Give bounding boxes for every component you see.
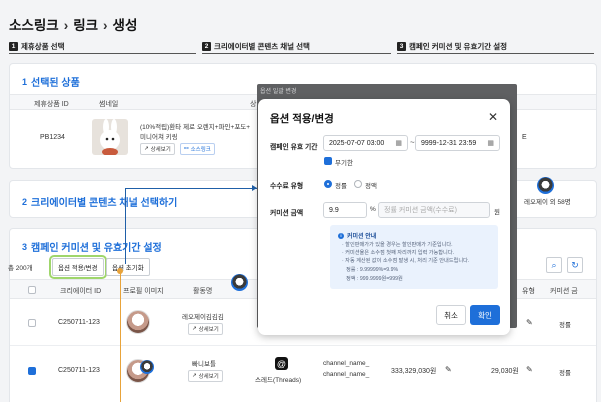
fee-type-rate-radio[interactable]: [324, 180, 332, 188]
product-name-line1: (10%적립)환타 제로 오렌지+파인+포도+: [140, 124, 251, 131]
close-icon[interactable]: ✕: [488, 110, 498, 124]
info-line: 정액 : 999.9999원=999원: [346, 276, 403, 282]
row-checkbox[interactable]: [28, 367, 36, 375]
product-id: PB1234: [40, 134, 65, 141]
commission-amount-input[interactable]: 정률 커미션 금액(수수료): [378, 202, 490, 218]
info-line: · 자동 계산된 값이 소수점 발생 시, 처리 기준 안내드립니다.: [342, 258, 470, 264]
reset-options-button[interactable]: 옵션 초기화: [106, 258, 150, 276]
link-icon: ⚯: [184, 146, 189, 152]
product-name-line2: 미니어쳐 키링: [140, 134, 178, 141]
search-icon[interactable]: ⌕: [546, 257, 562, 273]
creator-avatar-badge: [231, 274, 248, 291]
sourcelink-button[interactable]: ⚯ 소스링크: [180, 143, 215, 155]
creator-count: 레오제이 외 58명: [524, 199, 571, 206]
select-all-checkbox[interactable]: [28, 286, 36, 294]
unlimited-checkbox[interactable]: [324, 157, 332, 165]
external-link-icon: ↗: [192, 373, 197, 379]
platform-name: 스레드(Threads): [255, 377, 302, 384]
creator-id: C250711-123: [58, 319, 100, 326]
product-trailing: E: [522, 134, 527, 141]
sales-amount: 333,329,030원: [391, 368, 437, 375]
col-name: 활동명: [193, 288, 213, 295]
threads-icon: @: [275, 357, 288, 370]
amount-label: 커미션 금액: [270, 210, 304, 217]
channel-name: channel_name_: [323, 360, 370, 367]
unlimited-label: 무기한: [335, 160, 353, 167]
commission-info-box: i 커미션 안내 · 할인판매가가 있을 경우는 할인판매가 기준입니다. · 커…: [330, 225, 498, 289]
period-label: 캠페인 유효 기간: [270, 144, 318, 151]
col-name: 상: [250, 101, 257, 108]
creator-name: 레오제이김김김: [182, 314, 224, 321]
profile-avatar: [126, 310, 150, 334]
edit-icon[interactable]: ✎: [445, 365, 452, 374]
breadcrumb-item[interactable]: 링크: [73, 18, 98, 33]
step-divider: [397, 53, 594, 54]
external-link-icon: ↗: [192, 326, 197, 332]
info-icon: i: [338, 232, 344, 239]
col-thumbnail: 썸네일: [99, 101, 119, 108]
creator-avatar-badge: [140, 360, 154, 374]
info-line: · 커미션율은 소수점 첫째 자리까지 입력 가능합니다.: [342, 250, 455, 256]
info-line: · 할인판매가가 있을 경우는 할인판매가 기준입니다.: [342, 242, 453, 248]
creator-name: 빠니보틀: [192, 361, 216, 368]
calendar-icon: ▦: [487, 140, 494, 147]
section-title: 2 크리에이터별 콘텐츠 채널 선택하기: [22, 196, 178, 210]
fee-type-fixed-radio[interactable]: [354, 180, 362, 188]
breadcrumb: 소스링크 › 링크 › 생성: [9, 18, 138, 33]
info-line: 정률 : 9.99999%=9.9%: [346, 267, 399, 273]
step-1: 1 제휴상품 선택: [9, 41, 64, 52]
range-separator: ~: [410, 138, 415, 147]
connector-dot: [117, 268, 123, 274]
apply-options-button[interactable]: 옵션 적용/변경: [49, 255, 107, 279]
fee-type-label: 수수료 유형: [270, 183, 304, 190]
product-detail-button[interactable]: ↗ 상세보기: [140, 143, 175, 155]
step-3: 3 캠페인 커미션 및 유효기간 설정: [397, 41, 507, 52]
creator-id: C250711-123: [58, 367, 100, 374]
creator-detail-button[interactable]: ↗ 상세보기: [188, 370, 223, 382]
confirm-button[interactable]: 확인: [470, 305, 500, 325]
creator-avatar-badge: [537, 177, 554, 194]
edit-icon[interactable]: ✎: [526, 318, 533, 327]
annotation-connector: [120, 272, 121, 402]
fee-type-rate-label: 정률: [335, 183, 347, 190]
calendar-icon: ▦: [395, 140, 402, 147]
col-product-id: 제휴상품 ID: [34, 101, 69, 108]
col-commission: 커미션 금: [550, 288, 578, 295]
won-unit: 원: [494, 209, 500, 216]
total-count: 총 200개: [8, 265, 33, 272]
breadcrumb-item[interactable]: 소스링크: [9, 18, 59, 33]
breadcrumb-item: 생성: [112, 18, 138, 33]
commission-type: 정률: [559, 322, 571, 329]
table-row: C250711-123 빠니보틀 ↗ 상세보기 @ 스레드(Threads) ch…: [10, 347, 596, 397]
external-link-icon: ↗: [144, 146, 149, 152]
commission-rate-input[interactable]: 9.9: [323, 202, 367, 218]
commission-amount: 29,030원: [491, 368, 519, 375]
start-date-input[interactable]: 2025-07-07 03:00 ▦: [323, 135, 408, 151]
options-modal: 옵션 적용/변경 ✕ 캠페인 유효 기간 2025-07-07 03:00 ▦ ~…: [258, 99, 510, 335]
edit-icon[interactable]: ✎: [526, 365, 533, 374]
creator-detail-button[interactable]: ↗ 상세보기: [188, 323, 223, 335]
product-thumbnail: [92, 119, 128, 155]
step-divider: [9, 53, 196, 54]
annotation-connector: [125, 188, 257, 189]
step-2: 2 크리에이터별 콘텐츠 채널 선택: [202, 41, 310, 52]
percent-unit: %: [370, 206, 376, 213]
cancel-button[interactable]: 취소: [436, 305, 466, 325]
annotation-connector: [125, 188, 126, 264]
modal-title: 옵션 적용/변경: [270, 113, 334, 125]
channel-name: channel_name_: [323, 371, 370, 378]
end-date-input[interactable]: 9999-12-31 23:59 ▦: [415, 135, 500, 151]
step-divider: [202, 53, 391, 54]
col-profile: 프로필 이미지: [123, 288, 164, 295]
fee-type-fixed-label: 정액: [365, 183, 377, 190]
info-title: i 커미션 안내: [338, 231, 376, 240]
col-creator-id: 크리에이터 ID: [60, 288, 102, 295]
commission-type: 정률: [559, 370, 571, 377]
refresh-icon[interactable]: ↻: [567, 257, 583, 273]
col-type: 유형: [522, 288, 535, 295]
row-checkbox[interactable]: [28, 319, 36, 327]
section-title: 1 선택된 상품: [22, 76, 80, 90]
section-title: 3 캠페인 커미션 및 유효기간 설정: [22, 241, 162, 255]
